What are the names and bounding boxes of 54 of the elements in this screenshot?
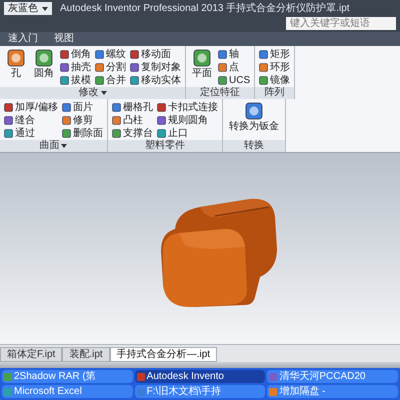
tool-button[interactable]: 轴 xyxy=(218,48,250,61)
tool-button[interactable]: 孔 xyxy=(4,48,28,87)
taskbar-item[interactable]: Autodesk Invento xyxy=(134,370,266,383)
tool-button[interactable]: 规则圆角 xyxy=(156,114,218,127)
tool-button[interactable]: 镜像 xyxy=(259,74,290,87)
tool-button[interactable]: 拔模 xyxy=(60,74,91,87)
tool-button[interactable]: 抽壳 xyxy=(60,61,91,74)
taskbar-item[interactable]: 清华天河PCCAD20 xyxy=(267,370,398,383)
tool-button[interactable]: 删除面 xyxy=(62,127,103,140)
tool-button[interactable]: 止口 xyxy=(156,127,218,140)
caret-icon xyxy=(100,91,106,95)
tool-button[interactable]: 分割 xyxy=(95,61,126,74)
panel-title[interactable]: 定位特征 xyxy=(186,87,254,99)
taskbar-item[interactable]: Microsoft Excel xyxy=(2,385,133,398)
tool-button[interactable]: 平面 xyxy=(190,48,214,87)
panel-title[interactable]: 塑料零件 xyxy=(108,140,222,152)
panel-title[interactable]: 转换 xyxy=(222,140,285,152)
tool-button[interactable]: 栅格孔 xyxy=(112,101,153,114)
tool-button[interactable]: 倒角 xyxy=(60,48,91,61)
tool-button[interactable]: 移动实体 xyxy=(130,74,181,87)
caret-icon xyxy=(61,144,68,148)
tool-button[interactable]: 凸柱 xyxy=(112,114,153,127)
tool-button[interactable]: 螺纹 xyxy=(95,48,126,61)
tool-button[interactable]: 卡扣式连接 xyxy=(156,101,218,114)
taskbar-item[interactable]: 2Shadow RAR (第 xyxy=(2,370,133,383)
tool-button[interactable]: 通过 xyxy=(4,127,58,140)
window-title: Autodesk Inventor Professional 2013 手持式合金分析仪防护罩.ipt xyxy=(60,2,350,15)
panel-title[interactable]: 阵列 xyxy=(255,87,294,99)
tool-button[interactable]: 复制对象 xyxy=(130,61,181,74)
tool-button[interactable]: 矩形 xyxy=(259,48,290,61)
document-tab[interactable]: 手持式合金分析—.ipt xyxy=(110,347,218,362)
tool-button[interactable]: 支撑台 xyxy=(112,127,153,140)
ribbon-tab[interactable]: 速入门 xyxy=(4,32,42,46)
ribbon-tab[interactable]: 视图 xyxy=(50,32,78,46)
tool-button[interactable]: UCS xyxy=(218,74,250,87)
document-tab[interactable]: 装配.ipt xyxy=(62,347,110,362)
tool-button[interactable]: 修剪 xyxy=(62,114,103,127)
tool-button[interactable]: 环形 xyxy=(259,61,290,74)
document-tab[interactable]: 箱体定F.ipt xyxy=(0,347,62,362)
tool-button[interactable]: 移动面 xyxy=(130,48,181,61)
taskbar-item[interactable]: F:\旧木文档\手持 xyxy=(134,385,266,398)
color-scheme-dropdown[interactable]: 灰蓝色 xyxy=(4,2,52,15)
tool-button[interactable]: 合并 xyxy=(95,74,126,87)
taskbar-item[interactable]: 增加隔盘 - xyxy=(267,385,398,398)
tool-button[interactable]: 加厚/偏移 xyxy=(4,101,58,114)
caret-icon xyxy=(42,6,48,10)
tool-button[interactable]: 面片 xyxy=(62,101,103,114)
panel-title[interactable]: 曲面 xyxy=(0,140,107,152)
search-field[interactable]: 键入关键字或短语 xyxy=(286,17,396,30)
tool-button[interactable]: 缝合 xyxy=(4,114,58,127)
panel-title[interactable]: 修改 xyxy=(0,87,185,99)
tool-button[interactable]: 转换为钣金 xyxy=(226,101,281,140)
tool-button[interactable]: 点 xyxy=(218,61,250,74)
tool-button[interactable]: 圆角 xyxy=(32,48,56,87)
